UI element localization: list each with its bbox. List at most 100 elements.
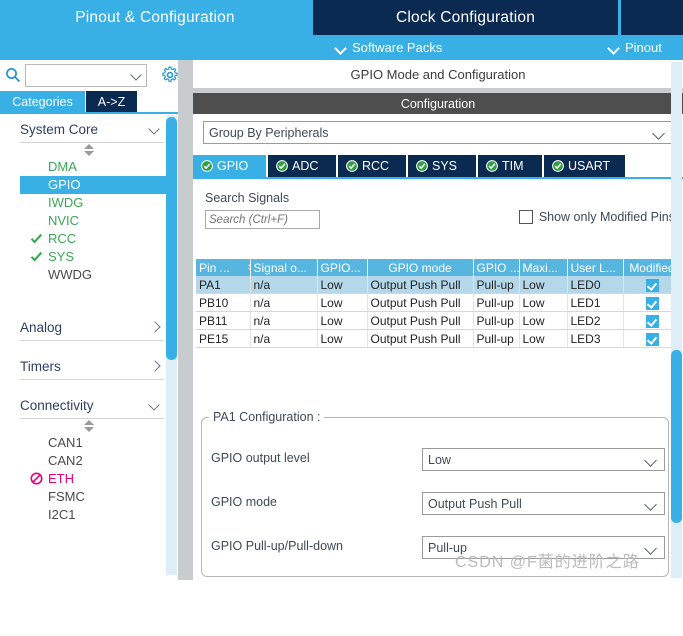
- sidebar-item-gpio[interactable]: GPIO: [20, 176, 172, 194]
- cell-user-label[interactable]: LED3: [567, 329, 624, 348]
- sidebar-item-dma[interactable]: DMA: [6, 158, 172, 176]
- tab-a-to-z[interactable]: A->Z: [86, 91, 137, 113]
- chevron-right-icon[interactable]: [149, 322, 160, 333]
- tab-usart[interactable]: USART: [544, 155, 625, 177]
- checked-box-icon[interactable]: [645, 278, 659, 292]
- gear-icon[interactable]: [161, 66, 179, 84]
- tab-sys[interactable]: SYS: [408, 155, 476, 177]
- sidebar-item-label: SYS: [48, 249, 75, 264]
- checked-box-icon[interactable]: [645, 314, 659, 328]
- cell-max-speed[interactable]: Low: [519, 276, 568, 294]
- tree-group-header-connectivity[interactable]: Connectivity: [20, 392, 164, 419]
- cell-gpio-mode[interactable]: Output Push Pull: [367, 311, 474, 330]
- chevron-down-icon[interactable]: [131, 70, 142, 81]
- chevron-down-icon[interactable]: [645, 543, 657, 555]
- chevron-right-icon[interactable]: [149, 361, 160, 372]
- cell-output-level[interactable]: Low: [317, 293, 368, 312]
- checked-box-icon[interactable]: [645, 296, 659, 310]
- cell-gpio-mode[interactable]: Output Push Pull: [367, 329, 474, 348]
- tree-group-header-system-core[interactable]: System Core: [20, 116, 164, 143]
- col-header-pin[interactable]: Pin ...: [196, 259, 251, 276]
- sidebar-item-eth[interactable]: ETH: [6, 470, 172, 488]
- table-row[interactable]: PB10 n/a Low Output Push Pull Pull-up Lo…: [196, 293, 682, 312]
- table-row[interactable]: PE15 n/a Low Output Push Pull Pull-up Lo…: [196, 329, 682, 348]
- sidebar-item-iwdg[interactable]: IWDG: [6, 194, 172, 212]
- pinout-menu[interactable]: Pinout: [608, 35, 662, 60]
- sidebar-item-wwdg[interactable]: WWDG: [6, 266, 172, 284]
- col-header-gpio-output-level[interactable]: GPIO...: [317, 259, 368, 276]
- show-only-modified-checkbox[interactable]: [518, 210, 533, 224]
- show-only-modified-pins-option[interactable]: Show only Modified Pins: [518, 210, 675, 224]
- checked-box-icon[interactable]: [645, 332, 659, 346]
- cell-signal: n/a: [250, 293, 318, 312]
- tab-gpio[interactable]: GPIO: [193, 155, 266, 177]
- col-header-maximum-speed[interactable]: Maxi...: [519, 259, 568, 276]
- cell-user-label[interactable]: LED2: [567, 311, 624, 330]
- col-header-gpio-mode[interactable]: GPIO mode: [367, 259, 474, 276]
- tab-third-partial[interactable]: [621, 0, 683, 35]
- sidebar-item-fsmc[interactable]: FSMC: [6, 488, 172, 506]
- tab-clock-configuration[interactable]: Clock Configuration: [313, 0, 618, 35]
- cell-max-speed[interactable]: Low: [519, 293, 568, 312]
- cell-output-level[interactable]: Low: [317, 329, 368, 348]
- chevron-down-icon[interactable]: [645, 455, 657, 467]
- tree-sort-handle[interactable]: [6, 143, 172, 158]
- main-scrollbar-thumb[interactable]: [671, 350, 682, 523]
- table-row[interactable]: PA1 n/a Low Output Push Pull Pull-up Low…: [196, 276, 682, 294]
- search-signals-box[interactable]: [205, 210, 321, 229]
- sidebar-scrollbar-thumb[interactable]: [166, 117, 177, 360]
- sidebar-item-sys[interactable]: SYS: [6, 248, 172, 266]
- field-label: GPIO mode: [211, 495, 277, 509]
- sidebar-tab-underline: [0, 112, 178, 114]
- chevron-down-icon[interactable]: [653, 128, 665, 140]
- tree-group-label: System Core: [20, 121, 99, 137]
- group-by-select[interactable]: Group By Peripherals: [203, 121, 673, 144]
- tab-pinout-configuration[interactable]: Pinout & Configuration: [0, 0, 310, 35]
- cell-pull[interactable]: Pull-up: [473, 329, 520, 348]
- search-signals-input[interactable]: [206, 211, 321, 228]
- cell-user-label[interactable]: LED0: [567, 276, 624, 294]
- col-header-signal[interactable]: Signal o...: [250, 259, 318, 276]
- tree-group-header-timers[interactable]: Timers: [20, 353, 164, 380]
- cell-pull[interactable]: Pull-up: [473, 276, 520, 294]
- sidebar-item-can2[interactable]: CAN2: [6, 452, 172, 470]
- cell-output-level[interactable]: Low: [317, 276, 368, 294]
- cell-gpio-mode[interactable]: Output Push Pull: [367, 293, 474, 312]
- cell-pull[interactable]: Pull-up: [473, 293, 520, 312]
- sidebar-item-rcc[interactable]: RCC: [6, 230, 172, 248]
- tab-label: ADC: [292, 159, 319, 173]
- col-header-user-label[interactable]: User L...: [567, 259, 624, 276]
- sidebar-item-i2c1[interactable]: I2C1: [6, 506, 172, 524]
- tab-categories[interactable]: Categories: [0, 91, 85, 113]
- tab-rcc[interactable]: RCC: [338, 155, 406, 177]
- peripheral-tab-underline: [193, 177, 683, 179]
- col-header-gpio-pull[interactable]: GPIO ...: [473, 259, 520, 276]
- sidebar-search-box[interactable]: [25, 64, 147, 87]
- sidebar-item-label: FSMC: [48, 489, 85, 504]
- cell-max-speed[interactable]: Low: [519, 329, 568, 348]
- tree-group-header-analog[interactable]: Analog: [20, 314, 164, 341]
- sidebar-search-input[interactable]: [26, 65, 126, 84]
- gpio-output-level-select[interactable]: Low: [422, 448, 665, 471]
- search-icon[interactable]: [5, 67, 21, 83]
- sidebar-item-can1[interactable]: CAN1: [6, 434, 172, 452]
- gpio-mode-select[interactable]: Output Push Pull: [422, 492, 665, 515]
- peripheral-tab-bar: GPIO ADC RCC SYS TIM USART: [193, 155, 683, 177]
- chevron-down-icon[interactable]: [149, 124, 160, 135]
- sidebar-item-nvic[interactable]: NVIC: [6, 212, 172, 230]
- sidebar-item-label: GPIO: [48, 177, 81, 192]
- software-packs-label: Software Packs: [352, 40, 443, 55]
- tree-sort-handle[interactable]: [6, 419, 172, 434]
- cell-output-level[interactable]: Low: [317, 311, 368, 330]
- cell-gpio-mode[interactable]: Output Push Pull: [367, 276, 474, 294]
- chevron-down-icon[interactable]: [645, 499, 657, 511]
- software-packs-menu[interactable]: Software Packs: [335, 35, 442, 60]
- tab-tim[interactable]: TIM: [478, 155, 542, 177]
- cell-pin: PB11: [196, 311, 251, 330]
- chevron-down-icon[interactable]: [149, 400, 160, 411]
- cell-pull[interactable]: Pull-up: [473, 311, 520, 330]
- cell-max-speed[interactable]: Low: [519, 311, 568, 330]
- cell-user-label[interactable]: LED1: [567, 293, 624, 312]
- tab-adc[interactable]: ADC: [268, 155, 336, 177]
- table-row[interactable]: PB11 n/a Low Output Push Pull Pull-up Lo…: [196, 311, 682, 330]
